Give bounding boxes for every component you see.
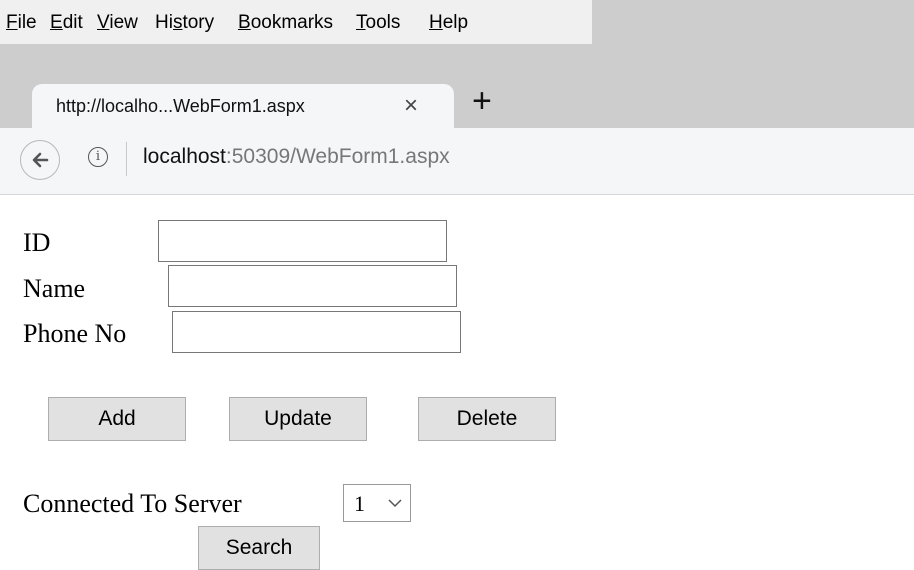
menu-help[interactable]: Help bbox=[429, 12, 468, 34]
id-label: ID bbox=[23, 228, 51, 257]
new-tab-icon[interactable]: + bbox=[472, 82, 492, 121]
menu-file[interactable]: File bbox=[6, 12, 37, 34]
id-input[interactable] bbox=[158, 220, 447, 262]
phone-label: Phone No bbox=[23, 319, 127, 348]
server-select[interactable]: 1 bbox=[343, 484, 411, 522]
add-button[interactable]: Add bbox=[48, 397, 186, 441]
phone-input[interactable] bbox=[172, 311, 461, 353]
url-path: :50309/WebForm1.aspx bbox=[225, 145, 450, 168]
chevron-down-icon bbox=[388, 499, 402, 508]
menu-view[interactable]: View bbox=[97, 12, 138, 34]
titlebar-empty bbox=[592, 0, 914, 44]
server-select-value: 1 bbox=[354, 491, 365, 516]
navigation-bar: i localhost:50309/WebForm1.aspx bbox=[0, 128, 914, 195]
name-input[interactable] bbox=[168, 265, 457, 307]
back-arrow-icon bbox=[32, 152, 49, 168]
menu-edit[interactable]: Edit bbox=[50, 12, 83, 34]
menu-bookmarks[interactable]: Bookmarks bbox=[238, 12, 333, 34]
menu-history[interactable]: History bbox=[155, 12, 214, 34]
menu-bar: File Edit View History Bookmarks Tools H… bbox=[0, 0, 592, 44]
info-icon[interactable]: i bbox=[88, 147, 108, 167]
server-label: Connected To Server bbox=[23, 489, 242, 518]
url-field[interactable]: localhost:50309/WebForm1.aspx bbox=[143, 145, 450, 169]
tab-title: http://localho...WebForm1.aspx bbox=[56, 96, 305, 116]
tab-webform1[interactable]: http://localho...WebForm1.aspx × bbox=[32, 84, 454, 130]
url-host: localhost bbox=[143, 145, 226, 168]
name-label: Name bbox=[23, 274, 86, 303]
update-button[interactable]: Update bbox=[229, 397, 367, 441]
search-button[interactable]: Search bbox=[198, 526, 320, 570]
url-separator bbox=[126, 142, 127, 176]
delete-button[interactable]: Delete bbox=[418, 397, 556, 441]
back-button[interactable] bbox=[20, 140, 60, 180]
close-icon[interactable]: × bbox=[404, 92, 418, 120]
menu-tools[interactable]: Tools bbox=[356, 12, 400, 34]
